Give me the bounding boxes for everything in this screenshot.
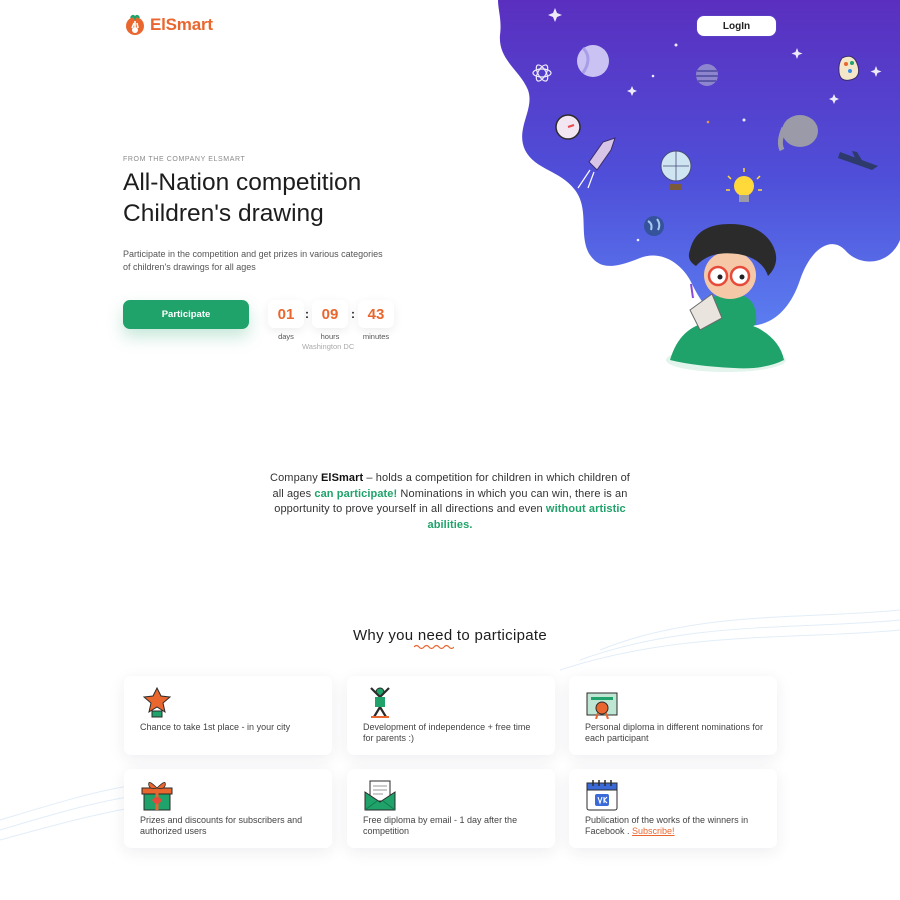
about-paragraph: Company ElSmart – holds a competition fo…	[265, 471, 635, 533]
timer-days-label: days	[278, 332, 294, 341]
timer-city: Washington DC	[302, 342, 355, 351]
timer-minutes: 43	[358, 300, 394, 328]
timer-hours: 09	[312, 300, 348, 328]
timer-separator: :	[351, 307, 355, 321]
section-title: Why you need to participate	[352, 627, 548, 644]
benefit-card: Personal diploma in different nomination…	[569, 676, 777, 755]
benefit-card: Prizes and discounts for subscribers and…	[124, 769, 332, 848]
envelope-icon	[364, 780, 396, 811]
timer-days: 01	[268, 300, 304, 328]
logo-text: ElSmart	[150, 15, 213, 34]
benefit-card: Development of independence + free time …	[347, 676, 555, 755]
benefit-text: Development of independence + free time …	[363, 722, 531, 743]
calendar-icon	[586, 780, 618, 811]
page-title: All-Nation competition Children's drawin…	[123, 167, 453, 229]
timer-minutes-label: minutes	[362, 332, 390, 341]
benefit-text: Chance to take 1st place - in your city	[140, 722, 291, 732]
timer-separator: :	[305, 307, 309, 321]
login-button[interactable]: LogIn	[696, 15, 777, 37]
celebrating-figure-icon	[370, 687, 390, 718]
benefit-card: Publication of the works of the winners …	[569, 769, 777, 848]
benefit-text: Personal diploma in different nomination…	[585, 722, 763, 743]
about-brand: ElSmart	[320, 472, 364, 484]
title-underline-squiggle	[414, 644, 454, 650]
benefit-text: Free diploma by email - 1 day after the …	[363, 815, 518, 836]
hero-subtitle: Participate in the competition and get p…	[123, 249, 383, 272]
title-line-1: All-Nation competition	[123, 169, 362, 196]
timer-hours-label: hours	[320, 332, 340, 341]
title-line-2: Children's drawing	[123, 200, 324, 227]
benefit-text: Prizes and discounts for subscribers and…	[140, 815, 303, 836]
about-text: Company	[270, 472, 321, 484]
benefit-text: Publication of the works of the winners …	[585, 815, 765, 837]
logo[interactable]: ElSmart	[125, 14, 213, 36]
hero-eyebrow: FROM THE COMPANY ELSMART	[123, 156, 246, 163]
subscribe-link[interactable]: Subscribe!	[632, 826, 675, 836]
about-highlight: can participate!	[314, 487, 398, 500]
trophy-star-icon	[142, 686, 172, 718]
diploma-icon	[586, 692, 618, 719]
gift-box-icon	[141, 782, 173, 811]
participate-button[interactable]: Participate	[123, 300, 249, 329]
benefit-card: Free diploma by email - 1 day after the …	[347, 769, 555, 848]
benefit-card: Chance to take 1st place - in your city	[124, 676, 332, 755]
logo-hand-icon	[126, 14, 144, 35]
